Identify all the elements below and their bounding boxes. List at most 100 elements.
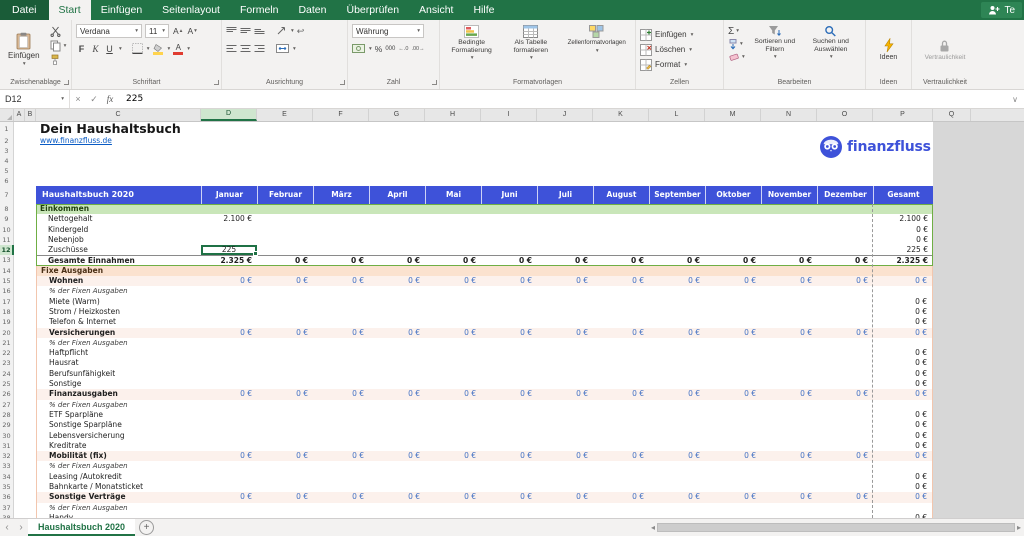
scroll-right-icon[interactable]: ▸ xyxy=(1017,523,1021,532)
cell[interactable]: Fixe Ausgaben xyxy=(36,266,201,276)
cell[interactable] xyxy=(257,461,313,471)
cell[interactable] xyxy=(201,369,257,379)
cell[interactable] xyxy=(481,176,537,186)
cell[interactable] xyxy=(14,451,25,461)
cell[interactable] xyxy=(425,369,481,379)
cell[interactable]: 0 € xyxy=(761,492,817,502)
cell[interactable] xyxy=(14,235,25,245)
cell[interactable]: Kreditrate xyxy=(36,441,201,451)
month-header-cell[interactable]: September xyxy=(649,186,705,204)
cell[interactable] xyxy=(761,503,817,513)
cell[interactable] xyxy=(537,441,593,451)
cell[interactable] xyxy=(537,166,593,176)
cell[interactable] xyxy=(593,369,649,379)
cell[interactable] xyxy=(25,379,36,389)
cell[interactable] xyxy=(761,266,817,276)
cell[interactable] xyxy=(817,204,873,214)
cell[interactable] xyxy=(761,225,817,235)
cell[interactable] xyxy=(537,317,593,327)
cell[interactable] xyxy=(425,420,481,430)
cell[interactable] xyxy=(25,136,36,146)
cell[interactable] xyxy=(705,472,761,482)
cell[interactable] xyxy=(14,379,25,389)
cell[interactable]: 0 € xyxy=(817,451,873,461)
borders-button[interactable] xyxy=(132,43,143,56)
cell[interactable] xyxy=(313,420,369,430)
cell[interactable] xyxy=(25,389,36,399)
cell[interactable] xyxy=(761,146,817,156)
cell[interactable] xyxy=(313,297,369,307)
row-header-1[interactable]: 1 xyxy=(0,122,14,136)
cell[interactable] xyxy=(14,410,25,420)
cell[interactable] xyxy=(761,156,817,166)
cell[interactable] xyxy=(761,410,817,420)
cell[interactable] xyxy=(14,156,25,166)
row-header-13[interactable]: 13 xyxy=(0,255,14,265)
cell[interactable] xyxy=(817,176,873,186)
cell[interactable] xyxy=(649,482,705,492)
cell[interactable] xyxy=(761,245,817,255)
percent-style-button[interactable]: % xyxy=(375,44,383,54)
cell[interactable] xyxy=(537,204,593,214)
cell[interactable] xyxy=(537,122,593,136)
row-header-37[interactable]: 37 xyxy=(0,503,14,513)
cell[interactable]: 0 € xyxy=(425,255,481,265)
cell[interactable] xyxy=(425,245,481,255)
cell[interactable]: 0 € xyxy=(369,451,425,461)
cell[interactable] xyxy=(201,156,257,166)
cell[interactable] xyxy=(369,379,425,389)
scrollbar-thumb[interactable] xyxy=(657,523,1015,532)
cell[interactable] xyxy=(257,266,313,276)
cell[interactable] xyxy=(761,369,817,379)
cell[interactable] xyxy=(817,214,873,224)
sheet-nav-right-icon[interactable]: › xyxy=(14,519,28,536)
cell[interactable] xyxy=(369,204,425,214)
clear-button[interactable]: ▾ xyxy=(728,51,745,63)
cell[interactable] xyxy=(201,410,257,420)
cell[interactable] xyxy=(593,166,649,176)
decrease-font-icon[interactable]: A▾ xyxy=(186,26,197,36)
cell[interactable] xyxy=(14,225,25,235)
cell[interactable] xyxy=(817,420,873,430)
cell[interactable] xyxy=(481,461,537,471)
cell[interactable] xyxy=(25,146,36,156)
cell[interactable] xyxy=(369,286,425,296)
cell[interactable] xyxy=(481,503,537,513)
cell[interactable] xyxy=(14,317,25,327)
cell[interactable] xyxy=(369,136,425,146)
cell[interactable]: 0 € xyxy=(537,389,593,399)
tab-einfuegen[interactable]: Einfügen xyxy=(91,0,152,20)
cell[interactable]: Einkommen xyxy=(36,204,201,214)
row-header-21[interactable]: 21 xyxy=(0,338,14,348)
cell[interactable] xyxy=(25,513,36,518)
cell[interactable] xyxy=(25,482,36,492)
cell[interactable] xyxy=(817,307,873,317)
cell[interactable] xyxy=(649,214,705,224)
cell[interactable] xyxy=(14,431,25,441)
row-header-27[interactable]: 27 xyxy=(0,400,14,410)
cell[interactable]: 0 € xyxy=(537,492,593,502)
cell[interactable] xyxy=(593,136,649,146)
month-header-cell[interactable]: Dezember xyxy=(817,186,873,204)
cell[interactable]: 2.100 € xyxy=(873,214,933,224)
cell[interactable]: 0 € xyxy=(537,328,593,338)
cell[interactable] xyxy=(705,503,761,513)
cell[interactable] xyxy=(873,176,933,186)
cell[interactable] xyxy=(14,492,25,502)
cell[interactable] xyxy=(705,348,761,358)
cell[interactable]: 0 € xyxy=(817,328,873,338)
cell[interactable] xyxy=(593,204,649,214)
font-name-select[interactable]: Verdana▾ xyxy=(76,24,142,38)
column-header-L[interactable]: L xyxy=(649,109,705,121)
cell[interactable] xyxy=(817,513,873,518)
cell[interactable] xyxy=(873,286,933,296)
ideas-button[interactable]: Ideen xyxy=(876,23,902,76)
cell[interactable] xyxy=(481,136,537,146)
cell[interactable] xyxy=(593,122,649,136)
cell[interactable] xyxy=(705,176,761,186)
cell[interactable]: % der Fixen Ausgaben xyxy=(36,286,201,296)
cell[interactable]: 0 € xyxy=(873,513,933,518)
cell[interactable] xyxy=(761,400,817,410)
cell[interactable] xyxy=(25,255,36,265)
column-header-K[interactable]: K xyxy=(593,109,649,121)
